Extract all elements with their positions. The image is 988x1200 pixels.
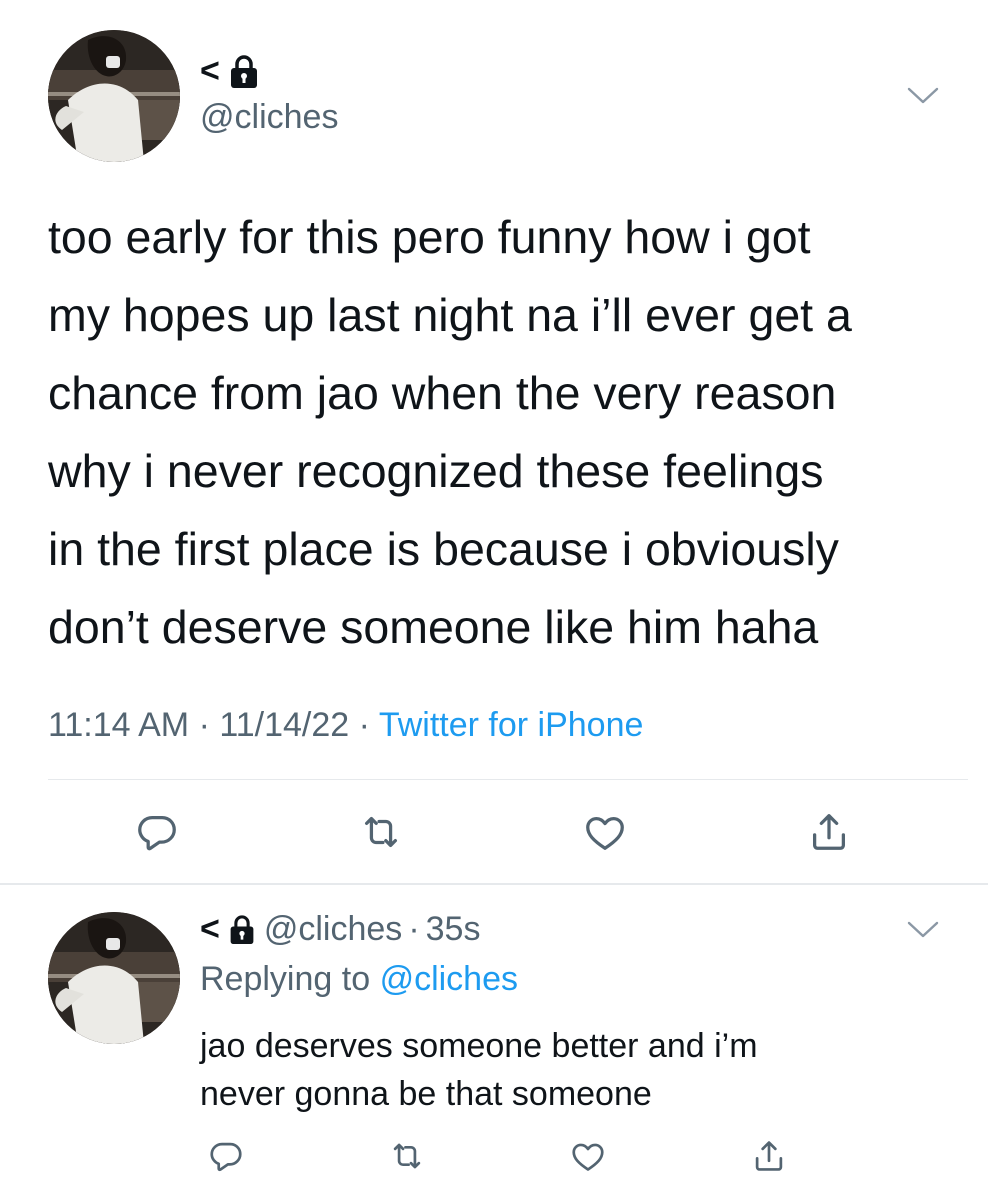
display-name-text: < [200, 910, 220, 948]
retweet-icon[interactable] [357, 808, 405, 856]
lock-icon [228, 54, 260, 90]
share-icon[interactable] [805, 808, 853, 856]
user-handle[interactable]: @cliches [264, 910, 402, 949]
avatar[interactable] [48, 30, 180, 162]
heart-icon[interactable] [564, 1132, 612, 1180]
tweet-text: too early for this pero funny how i got … [48, 211, 852, 653]
display-name-text: < [200, 52, 220, 90]
avatar[interactable] [48, 912, 180, 1044]
display-name[interactable]: < [200, 52, 260, 91]
tweet-date: 11/14/22 [219, 706, 350, 744]
reply-icon[interactable] [133, 808, 181, 856]
display-name[interactable]: < [200, 910, 256, 949]
tweet-divider [0, 883, 988, 885]
tweet-meta: 11:14 AM · 11/14/22 · Twitter for iPhone [48, 706, 643, 745]
main-tweet: < @cliches too early for this pero funny… [0, 0, 988, 884]
chevron-down-icon[interactable] [906, 86, 940, 106]
meta-separator: · [198, 706, 210, 744]
avatar-photo [48, 912, 180, 1044]
tweet-age[interactable]: 35s [426, 910, 481, 949]
meta-separator: · [358, 706, 370, 744]
replying-prefix: Replying to [200, 960, 371, 998]
heart-icon[interactable] [581, 808, 629, 856]
tweet-source-link[interactable]: Twitter for iPhone [379, 706, 644, 744]
chevron-down-icon[interactable] [906, 920, 940, 940]
reply-header: < @cliches · 35s [200, 910, 480, 949]
retweet-icon[interactable] [383, 1132, 431, 1180]
reply-text: jao deserves someone better and i’m neve… [200, 1027, 758, 1113]
tweet-time: 11:14 AM [48, 706, 190, 744]
reply-icon[interactable] [202, 1132, 250, 1180]
lock-icon [228, 914, 256, 946]
avatar-photo [48, 30, 180, 162]
share-icon[interactable] [745, 1132, 793, 1180]
user-handle[interactable]: @cliches [200, 98, 338, 137]
meta-separator: · [408, 910, 420, 948]
replying-to: Replying to @cliches [200, 960, 518, 999]
replying-mention-link[interactable]: @cliches [380, 960, 518, 998]
divider [48, 779, 968, 780]
